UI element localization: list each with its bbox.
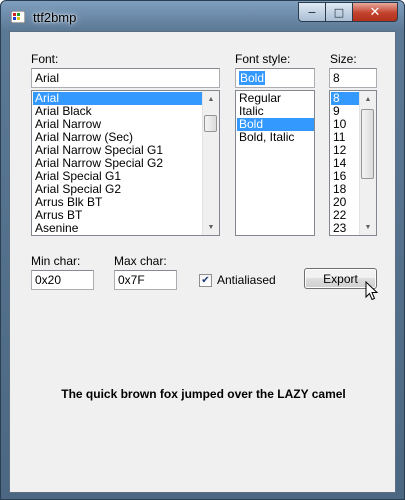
list-item[interactable]: 23 <box>331 222 360 235</box>
min-char-label: Min char: <box>31 254 81 268</box>
preview-text: The quick brown fox jumped over the LAZY… <box>61 387 346 401</box>
max-char-input[interactable]: 0x7F <box>114 270 177 290</box>
scroll-down-icon[interactable]: ▼ <box>203 219 219 235</box>
caption-buttons: − □ ✕ <box>298 2 398 22</box>
size-list-scrollbar[interactable]: ▲ ▼ <box>359 91 376 235</box>
font-label: Font: <box>31 52 59 66</box>
antialiased-label[interactable]: Antialiased <box>217 273 276 287</box>
window-title: ttf2bmp <box>33 10 77 25</box>
close-icon: ✕ <box>369 4 381 20</box>
minimize-button[interactable]: − <box>298 2 326 22</box>
antialiased-checkbox[interactable]: ✔ <box>199 274 212 287</box>
close-button[interactable]: ✕ <box>353 2 398 22</box>
minimize-icon: − <box>307 5 317 19</box>
font-style-list[interactable]: Regular Italic Bold Bold, Italic <box>235 90 315 236</box>
maximize-button[interactable]: □ <box>326 2 353 22</box>
scroll-up-icon[interactable]: ▲ <box>203 91 219 107</box>
min-char-input[interactable]: 0x20 <box>31 270 94 290</box>
scroll-down-icon[interactable]: ▼ <box>360 219 376 235</box>
list-item[interactable]: Bold, Italic <box>237 131 314 144</box>
app-window: ttf2bmp − □ ✕ Font: Arial Arial Arial Bla… <box>0 0 405 500</box>
list-item[interactable]: Asenine <box>33 222 203 235</box>
font-style-label: Font style: <box>235 52 291 66</box>
font-style-value: Bold <box>239 71 266 85</box>
checkmark-icon: ✔ <box>201 275 210 286</box>
size-list[interactable]: 8 9 10 11 12 14 16 18 20 22 23 ▲ ▼ <box>329 90 377 236</box>
maximize-icon: □ <box>333 5 345 19</box>
size-input[interactable]: 8 <box>329 68 377 88</box>
mouse-cursor-icon <box>365 281 379 301</box>
max-char-label: Max char: <box>114 254 167 268</box>
client-area: Font: Arial Arial Arial Black Arial Narrow… <box>9 31 396 493</box>
title-bar[interactable]: ttf2bmp − □ ✕ <box>1 1 404 31</box>
font-list-scrollbar[interactable]: ▲ ▼ <box>202 91 219 235</box>
font-style-input[interactable]: Bold <box>235 68 315 88</box>
font-list[interactable]: Arial Arial Black Arial Narrow Arial Narrow… <box>31 90 220 236</box>
app-icon <box>11 11 25 23</box>
size-label: Size: <box>330 52 357 66</box>
scroll-up-icon[interactable]: ▲ <box>360 91 376 107</box>
scroll-thumb[interactable] <box>204 115 217 132</box>
font-input[interactable]: Arial <box>31 68 220 88</box>
scroll-thumb[interactable] <box>361 109 374 179</box>
